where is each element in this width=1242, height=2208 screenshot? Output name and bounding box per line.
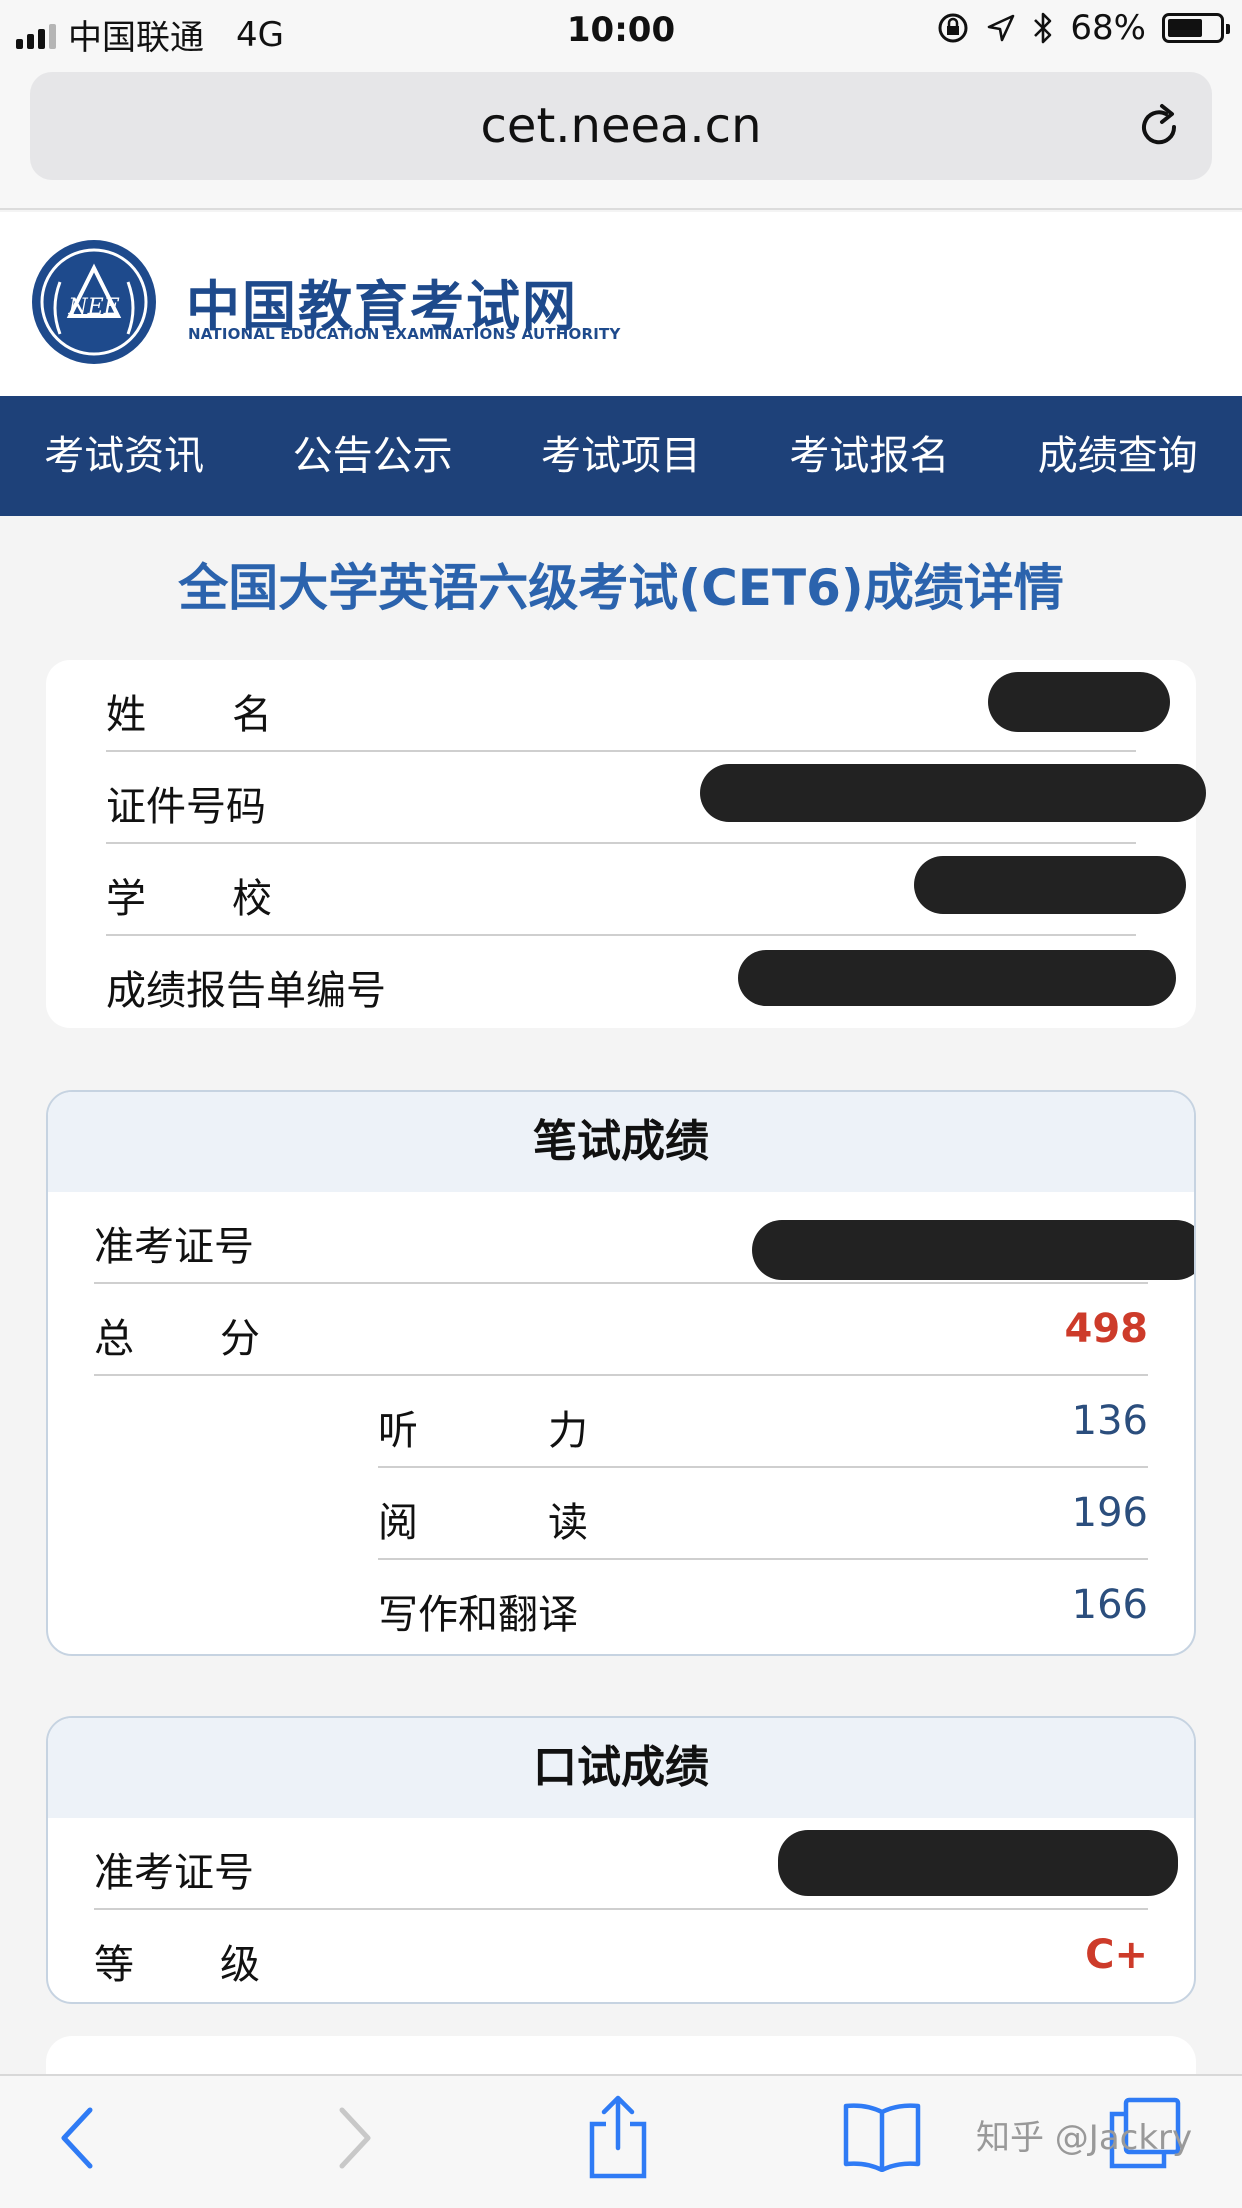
nav-item-exam-news[interactable]: 考试资讯 bbox=[0, 396, 248, 516]
neea-seal-logo[interactable]: NEE bbox=[30, 238, 158, 366]
nav-item-score-query[interactable]: 成绩查询 bbox=[994, 396, 1242, 516]
url-text[interactable]: cet.neea.cn bbox=[30, 98, 1212, 154]
written-ticket-label: 准考证号 bbox=[94, 1224, 254, 1270]
written-score-card: 笔试成绩 准考证号 总分 498 听力 136 阅读 196 写作和翻译 166 bbox=[46, 1090, 1196, 1656]
address-bar[interactable]: cet.neea.cn bbox=[30, 72, 1212, 180]
written-score-heading: 笔试成绩 bbox=[48, 1092, 1194, 1192]
oral-ticket-label: 准考证号 bbox=[94, 1850, 254, 1896]
oral-score-heading: 口试成绩 bbox=[48, 1718, 1194, 1818]
reload-icon[interactable] bbox=[1132, 100, 1186, 154]
redaction-report-number bbox=[738, 950, 1176, 1006]
redaction-name bbox=[988, 672, 1170, 732]
nav-item-registration[interactable]: 考试报名 bbox=[745, 396, 993, 516]
oral-score-card: 口试成绩 准考证号 等级 C+ bbox=[46, 1716, 1196, 2004]
redaction-oral-ticket bbox=[778, 1830, 1178, 1896]
back-icon[interactable] bbox=[58, 2106, 98, 2170]
page-title: 全国大学英语六级考试(CET6)成绩详情 bbox=[178, 559, 1064, 617]
bookmarks-icon[interactable] bbox=[842, 2100, 922, 2172]
main-nav: 考试资讯 公告公示 考试项目 考试报名 成绩查询 bbox=[0, 396, 1242, 516]
listening-row: 听力 136 bbox=[378, 1376, 1148, 1468]
site-header: NEE 中国教育考试网 NATIONAL EDUCATION EXAMINATI… bbox=[0, 212, 1242, 396]
oral-grade-label: 等级 bbox=[94, 1942, 346, 1988]
site-name-en: NATIONAL EDUCATION EXAMINATIONS AUTHORIT… bbox=[188, 325, 621, 343]
share-icon[interactable] bbox=[586, 2094, 650, 2180]
school-label: 学校 bbox=[106, 876, 358, 922]
status-bar: 中国联通 4G 10:00 68% bbox=[0, 0, 1242, 62]
bluetooth-icon bbox=[1034, 12, 1052, 44]
battery-percent: 68% bbox=[1070, 8, 1146, 48]
total-score-row: 总分 498 bbox=[94, 1284, 1148, 1376]
report-number-label: 成绩报告单编号 bbox=[106, 968, 386, 1014]
browser-address-area: cet.neea.cn bbox=[0, 62, 1242, 210]
seal-text: NEE bbox=[67, 295, 119, 320]
info-row-name: 姓名 bbox=[106, 660, 1136, 752]
name-label: 姓名 bbox=[106, 692, 358, 738]
reading-row: 阅读 196 bbox=[378, 1468, 1148, 1560]
reading-score: 196 bbox=[1071, 1490, 1148, 1536]
listening-label: 听力 bbox=[378, 1408, 718, 1454]
total-score-value: 498 bbox=[1064, 1306, 1149, 1352]
browser-toolbar: 知乎 @Jackry bbox=[0, 2074, 1242, 2208]
nav-item-exam-projects[interactable]: 考试项目 bbox=[497, 396, 745, 516]
rotation-lock-icon bbox=[938, 13, 968, 43]
listening-score: 136 bbox=[1071, 1398, 1148, 1444]
writing-translation-label: 写作和翻译 bbox=[378, 1592, 578, 1638]
candidate-info-card: 姓名 证件号码 学校 成绩报告单编号 bbox=[46, 660, 1206, 1028]
writing-translation-row: 写作和翻译 166 bbox=[378, 1560, 1148, 1652]
nav-item-announcements[interactable]: 公告公示 bbox=[248, 396, 496, 516]
forward-icon[interactable] bbox=[334, 2106, 374, 2170]
reading-label: 阅读 bbox=[378, 1500, 718, 1546]
writing-translation-score: 166 bbox=[1071, 1582, 1148, 1628]
battery-icon bbox=[1162, 13, 1230, 43]
id-number-label: 证件号码 bbox=[106, 784, 266, 830]
oral-grade-row: 等级 C+ bbox=[94, 1910, 1148, 2002]
redaction-written-ticket bbox=[752, 1220, 1194, 1280]
oral-grade-value: C+ bbox=[1085, 1932, 1148, 1978]
redaction-school bbox=[914, 856, 1186, 914]
zhihu-watermark: 知乎 @Jackry bbox=[976, 2118, 1193, 2158]
total-score-label: 总分 bbox=[94, 1316, 346, 1362]
redaction-id-number bbox=[700, 764, 1206, 822]
location-icon bbox=[988, 14, 1015, 42]
